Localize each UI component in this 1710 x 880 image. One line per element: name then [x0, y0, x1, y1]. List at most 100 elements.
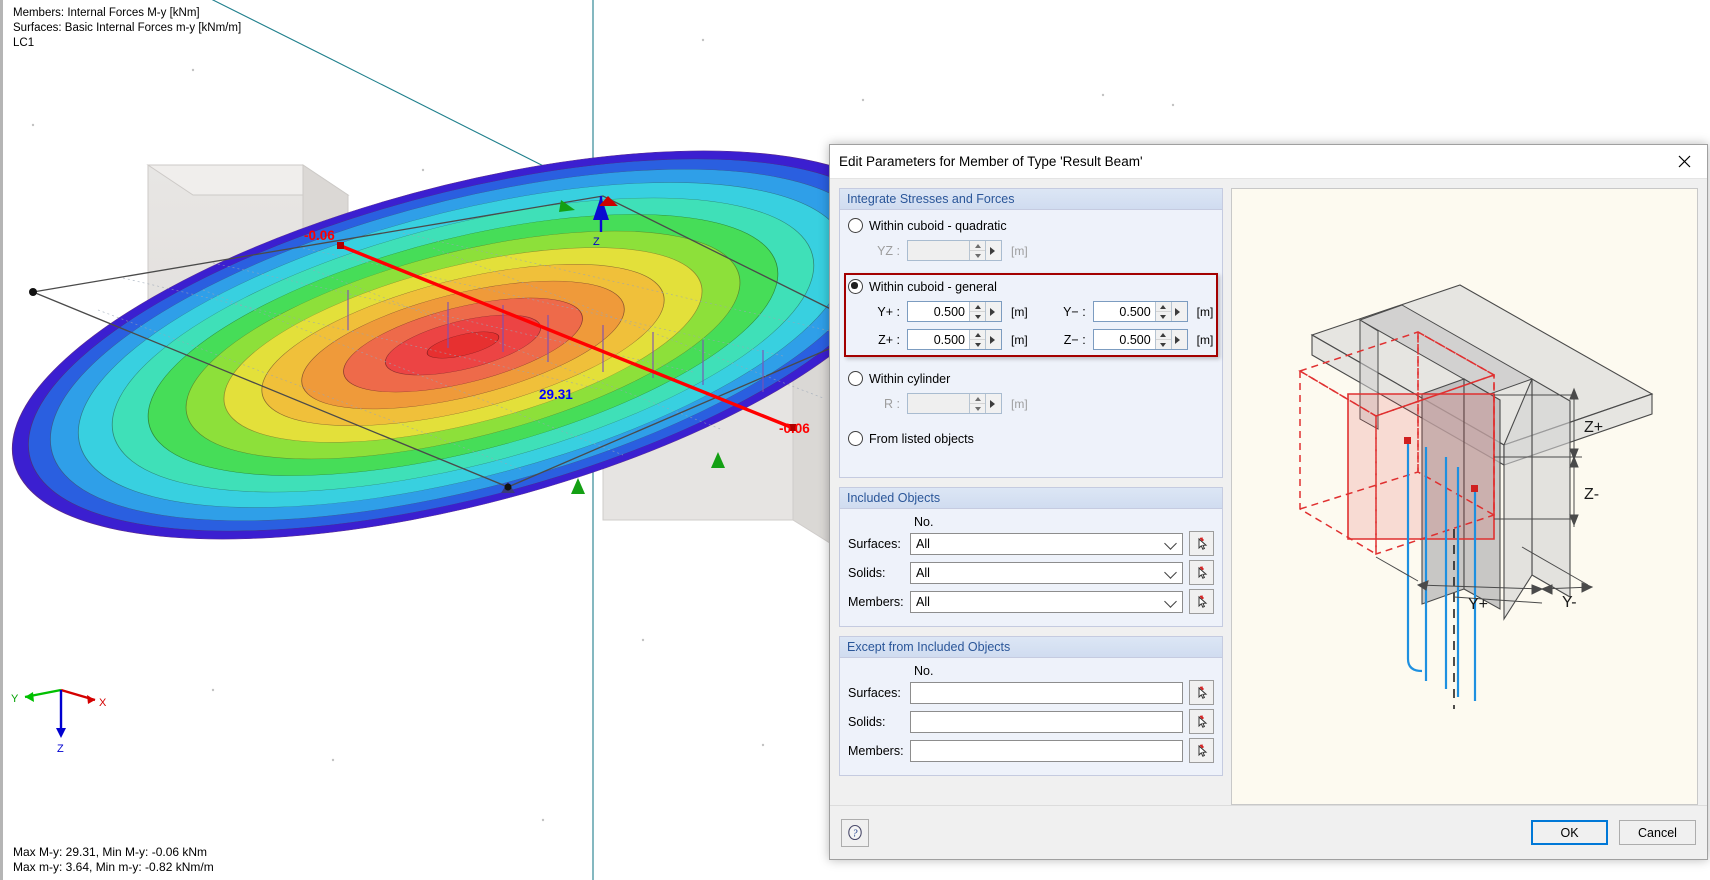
spinner-zminus[interactable] — [1092, 329, 1188, 350]
spin-up-yminus[interactable] — [1155, 302, 1171, 312]
spin-down-zplus[interactable] — [970, 340, 985, 349]
spinner-arrows-zplus[interactable] — [969, 330, 985, 349]
spinner-arrows-yplus[interactable] — [969, 302, 985, 321]
radio-indicator-quadratic[interactable] — [848, 218, 863, 233]
included-objects-title: Included Objects — [840, 488, 1222, 509]
help-icon[interactable]: ? — [841, 818, 869, 847]
radio-from-listed-objects[interactable]: From listed objects — [848, 431, 1214, 446]
preview-label-y-minus: Y- — [1562, 594, 1577, 611]
radio-label-listed: From listed objects — [869, 431, 974, 446]
label-zplus: Z+ : — [878, 332, 900, 347]
excepted-input-members[interactable] — [910, 739, 1183, 762]
included-combo-surfaces[interactable]: All — [910, 532, 1183, 555]
pick-objects-icon-included-solids[interactable] — [1189, 560, 1214, 585]
ok-button[interactable]: OK — [1531, 820, 1608, 845]
label-yminus: Y− : — [1063, 304, 1086, 319]
dialog-body: Integrate Stresses and Forces Within cub… — [830, 179, 1707, 805]
spin-down-radius[interactable] — [970, 404, 985, 413]
radio-indicator-cylinder[interactable] — [848, 371, 863, 386]
label-zminus: Z− : — [1063, 332, 1086, 347]
spinner-arrows-zminus[interactable] — [1154, 330, 1171, 349]
spin-up-radius[interactable] — [970, 394, 985, 404]
spin-down-zminus[interactable] — [1156, 340, 1171, 349]
spin-up-yz[interactable] — [970, 241, 985, 251]
spinner-yplus[interactable] — [907, 301, 1002, 322]
spinner-arrows-yminus[interactable] — [1154, 302, 1171, 321]
radio-within-cuboid-general[interactable]: Within cuboid - general — [848, 279, 1214, 294]
preview-diagram: Z+ Z- Y+ Y- — [1298, 284, 1654, 709]
field-row-yplus: Y+ : [m] — [864, 301, 1028, 322]
input-yminus — [1093, 302, 1155, 321]
excepted-objects-title: Except from Included Objects — [840, 637, 1222, 658]
included-label-solids: Solids: — [848, 565, 886, 580]
max-value-label: 29.31 — [539, 387, 573, 402]
min-value-label-left: -0.06 — [304, 228, 335, 243]
radio-label-general: Within cuboid - general — [869, 279, 997, 294]
input-zminus — [1093, 330, 1155, 349]
spin-more-yplus[interactable] — [985, 302, 1001, 321]
spin-up-yplus[interactable] — [970, 302, 985, 312]
included-value-members: All — [916, 594, 930, 609]
label-radius: R : — [884, 396, 900, 411]
node-z-label: Z — [593, 236, 600, 248]
spinner-radius[interactable] — [907, 393, 1002, 414]
excepted-input-surfaces[interactable] — [910, 681, 1183, 704]
integrate-group: Integrate Stresses and Forces Within cub… — [839, 188, 1223, 478]
spin-down-yplus[interactable] — [970, 312, 985, 321]
excepted-no-header: No. — [914, 664, 934, 678]
spin-more-radius[interactable] — [985, 394, 1001, 413]
unit-yz: [m] — [1011, 243, 1028, 258]
input-yz — [908, 241, 969, 260]
svg-text:?: ? — [853, 828, 858, 839]
spinner-arrows-radius[interactable] — [969, 394, 985, 413]
radio-indicator-general[interactable] — [848, 279, 863, 294]
spinner-arrows-yz[interactable] — [969, 241, 985, 260]
radio-indicator-listed[interactable] — [848, 431, 863, 446]
radio-within-cuboid-quadratic[interactable]: Within cuboid - quadratic — [848, 218, 1214, 233]
spin-more-yminus[interactable] — [1170, 302, 1187, 321]
dialog-title: Edit Parameters for Member of Type 'Resu… — [839, 154, 1143, 169]
spin-more-zminus[interactable] — [1170, 330, 1187, 349]
field-row-yz: YZ : [m] — [864, 240, 1214, 261]
included-combo-members[interactable]: All — [910, 590, 1183, 613]
spinner-yminus[interactable] — [1092, 301, 1188, 322]
spin-down-yz[interactable] — [970, 251, 985, 260]
pick-objects-icon-excepted-surfaces[interactable] — [1189, 680, 1214, 705]
chevron-down-icon — [1164, 594, 1177, 608]
included-combo-solids[interactable]: All — [910, 561, 1183, 584]
svg-text:X: X — [99, 697, 107, 709]
included-value-surfaces: All — [916, 536, 930, 551]
preview-label-z-minus: Z- — [1584, 486, 1599, 503]
radio-label-quadratic: Within cuboid - quadratic — [869, 218, 1007, 233]
pick-objects-icon-included-surfaces[interactable] — [1189, 531, 1214, 556]
pick-objects-icon-included-members[interactable] — [1189, 589, 1214, 614]
excepted-input-solids[interactable] — [910, 710, 1183, 733]
spinner-zplus[interactable] — [907, 329, 1002, 350]
pick-objects-icon-excepted-members[interactable] — [1189, 738, 1214, 763]
spinner-yz[interactable] — [907, 240, 1002, 261]
preview-panel: Z+ Z- Y+ Y- — [1231, 188, 1698, 805]
spin-more-zplus[interactable] — [985, 330, 1001, 349]
cancel-button[interactable]: Cancel — [1619, 820, 1696, 845]
svg-text:Z: Z — [57, 743, 64, 755]
field-row-radius: R : [m] — [864, 393, 1214, 414]
excepted-row-solids: Solids: — [848, 709, 1214, 734]
field-row-zplus: Z+ : [m] — [864, 329, 1028, 350]
excepted-label-solids: Solids: — [848, 714, 886, 729]
field-row-yminus: Y− : [m] — [1050, 301, 1213, 322]
included-row-members: Members: All — [848, 589, 1214, 614]
unit-zplus: [m] — [1011, 332, 1028, 347]
spin-up-zminus[interactable] — [1155, 330, 1171, 340]
radio-within-cylinder[interactable]: Within cylinder — [848, 371, 1214, 386]
included-label-surfaces: Surfaces: — [848, 536, 901, 551]
radio-label-cylinder: Within cylinder — [869, 371, 951, 386]
spin-up-zplus[interactable] — [970, 330, 985, 340]
input-zplus — [908, 330, 969, 349]
pick-objects-icon-excepted-solids[interactable] — [1189, 709, 1214, 734]
integrate-group-title: Integrate Stresses and Forces — [840, 189, 1222, 210]
close-icon[interactable] — [1662, 145, 1707, 177]
spin-down-yminus[interactable] — [1156, 312, 1171, 321]
chevron-down-icon — [1164, 565, 1177, 579]
spin-more-yz[interactable] — [985, 241, 1001, 260]
unit-zminus: [m] — [1196, 332, 1214, 347]
